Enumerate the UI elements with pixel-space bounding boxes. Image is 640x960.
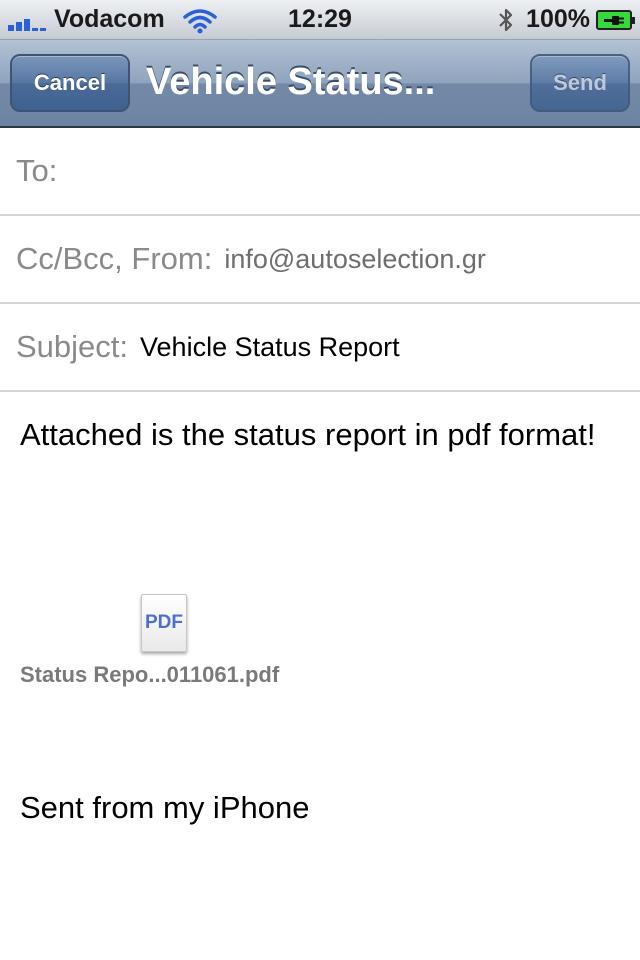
- signature-text[interactable]: Sent from my iPhone: [20, 790, 309, 826]
- attachment-filename[interactable]: Status Repo...011061.pdf: [20, 662, 279, 688]
- nav-title: Vehicle Status...: [146, 61, 436, 103]
- pdf-icon-label: PDF: [145, 612, 183, 633]
- status-right: 100%: [496, 5, 635, 34]
- ccbcc-from-field[interactable]: Cc/Bcc, From: info@autoselection.gr: [0, 216, 640, 304]
- to-field[interactable]: To:: [0, 128, 640, 216]
- message-body[interactable]: Attached is the status report in pdf for…: [20, 414, 620, 456]
- send-button[interactable]: Send: [530, 54, 630, 112]
- from-value[interactable]: info@autoselection.gr: [224, 244, 486, 275]
- subject-input[interactable]: Vehicle Status Report: [140, 332, 400, 363]
- subject-field[interactable]: Subject: Vehicle Status Report: [0, 304, 640, 392]
- battery-icon: [596, 9, 635, 30]
- ccbcc-from-label: Cc/Bcc, From:: [16, 241, 213, 276]
- bluetooth-icon: [499, 8, 513, 31]
- navigation-bar: Cancel Vehicle Status... Send: [0, 40, 640, 128]
- to-label: To:: [16, 153, 58, 188]
- status-bar: Vodacom 12:29 100%: [0, 0, 640, 40]
- battery-percent: 100%: [526, 5, 590, 33]
- pdf-attachment-icon[interactable]: PDF: [141, 594, 187, 652]
- subject-label: Subject:: [16, 329, 129, 364]
- cancel-button[interactable]: Cancel: [10, 54, 130, 112]
- charging-plug-icon: [604, 15, 624, 25]
- mail-compose-screen: Vodacom 12:29 100% Cancel Vehicle Status…: [0, 0, 640, 960]
